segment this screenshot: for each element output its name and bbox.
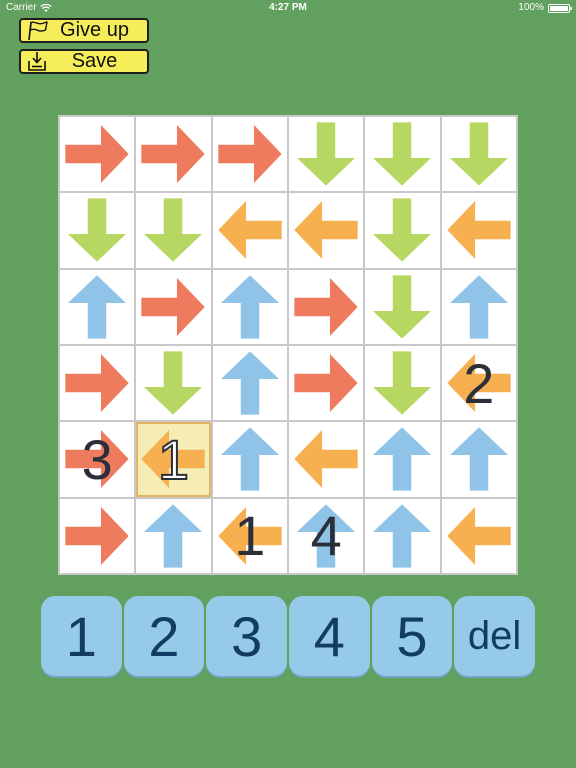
arrow-down-icon	[297, 122, 356, 186]
arrow-up-icon	[373, 504, 432, 568]
board-cell-r2c4[interactable]	[289, 193, 364, 268]
board-cell-r5c5[interactable]	[365, 422, 440, 497]
arrow-down-icon	[144, 351, 203, 415]
board-cell-r1c5[interactable]	[365, 117, 440, 192]
board-cell-r5c2[interactable]: 1	[136, 422, 211, 497]
arrow-down-icon	[373, 122, 432, 186]
flag-icon	[28, 21, 48, 41]
board-cell-r6c3[interactable]: 1	[212, 498, 287, 573]
arrow-down-icon	[144, 198, 203, 263]
board-cell-r2c3[interactable]	[212, 193, 287, 268]
arrow-right-icon	[294, 277, 358, 336]
board-cell-r3c3[interactable]	[212, 269, 287, 344]
battery-fill	[550, 5, 568, 11]
arrow-up-icon	[449, 275, 508, 339]
board-cell-r6c6[interactable]	[441, 498, 516, 573]
board-cell-r1c1[interactable]	[60, 117, 135, 192]
board-cell-r4c1[interactable]	[60, 346, 135, 421]
board-cell-r3c5[interactable]	[365, 269, 440, 344]
puzzle-board: 23114	[58, 115, 518, 575]
status-bar: Carrier 4:27 PM 100%	[0, 0, 576, 16]
board-cell-r6c2[interactable]	[136, 498, 211, 573]
arrow-left-icon	[447, 354, 511, 413]
board-cell-r4c4[interactable]	[289, 346, 364, 421]
give-up-button[interactable]: Give up	[19, 18, 149, 43]
arrow-left-icon	[447, 201, 511, 260]
arrow-up-icon	[449, 427, 508, 492]
board-cell-r6c5[interactable]	[365, 498, 440, 573]
board-cell-r3c2[interactable]	[136, 269, 211, 344]
board-cell-r1c6[interactable]	[441, 117, 516, 192]
board-cell-r4c5[interactable]	[365, 346, 440, 421]
arrow-right-icon	[65, 430, 129, 489]
board-cell-r5c4[interactable]	[289, 422, 364, 497]
arrow-up-icon	[220, 427, 279, 492]
number-key-5[interactable]: 5	[371, 596, 453, 676]
delete-key[interactable]: del	[454, 596, 535, 676]
board-cell-r3c4[interactable]	[289, 269, 364, 344]
arrow-down-icon	[449, 122, 508, 186]
board-cell-r6c1[interactable]	[60, 498, 135, 573]
board-cell-r3c6[interactable]	[441, 269, 516, 344]
arrow-up-icon	[220, 351, 279, 415]
board-cell-r5c6[interactable]	[441, 422, 516, 497]
arrow-right-icon	[141, 125, 206, 184]
board-cell-r2c6[interactable]	[441, 193, 516, 268]
board-cell-r3c1[interactable]	[60, 269, 135, 344]
arrow-right-icon	[294, 354, 358, 413]
arrow-up-icon	[68, 275, 127, 339]
board-cell-r2c5[interactable]	[365, 193, 440, 268]
arrow-right-icon	[218, 125, 282, 184]
number-key-2[interactable]: 2	[123, 596, 205, 676]
number-pad: 1 2 3 4 5 del	[41, 596, 535, 676]
arrow-right-icon	[65, 125, 129, 184]
board-cell-r2c2[interactable]	[136, 193, 211, 268]
board-cell-r5c1[interactable]: 3	[60, 422, 135, 497]
board-cell-r4c3[interactable]	[212, 346, 287, 421]
arrow-up-icon	[144, 504, 203, 568]
board-cell-r1c4[interactable]	[289, 117, 364, 192]
status-time: 4:27 PM	[269, 2, 307, 13]
arrow-right-icon	[141, 277, 206, 336]
download-tray-icon	[28, 52, 46, 71]
arrow-up-icon	[220, 275, 279, 339]
arrow-left-icon	[218, 506, 282, 565]
battery-icon	[548, 3, 572, 13]
save-button[interactable]: Save	[19, 49, 149, 74]
arrow-left-icon	[447, 506, 511, 565]
arrow-up-icon	[297, 504, 356, 568]
arrow-left-icon	[294, 201, 358, 260]
battery-percent: 100%	[518, 2, 544, 13]
arrow-left-icon	[218, 201, 282, 260]
board-cell-r4c6[interactable]: 2	[441, 346, 516, 421]
arrow-down-icon	[68, 198, 127, 263]
board-cell-r1c2[interactable]	[136, 117, 211, 192]
arrow-right-icon	[65, 354, 129, 413]
arrow-left-icon	[141, 430, 206, 489]
board-cell-r2c1[interactable]	[60, 193, 135, 268]
save-label: Save	[71, 50, 118, 72]
number-key-3[interactable]: 3	[206, 596, 287, 676]
arrow-up-icon	[373, 427, 432, 492]
arrow-left-icon	[294, 430, 358, 489]
arrow-down-icon	[373, 198, 432, 263]
board-cell-r5c3[interactable]	[212, 422, 287, 497]
arrow-right-icon	[65, 506, 129, 565]
status-right: 100%	[518, 0, 572, 16]
give-up-label: Give up	[60, 19, 129, 41]
board-cell-r4c2[interactable]	[136, 346, 211, 421]
number-key-1[interactable]: 1	[41, 596, 122, 676]
number-key-4[interactable]: 4	[288, 596, 370, 676]
arrow-down-icon	[373, 351, 432, 415]
board-cell-r6c4[interactable]: 4	[289, 498, 364, 573]
board-cell-r1c3[interactable]	[212, 117, 287, 192]
arrow-down-icon	[373, 275, 432, 339]
